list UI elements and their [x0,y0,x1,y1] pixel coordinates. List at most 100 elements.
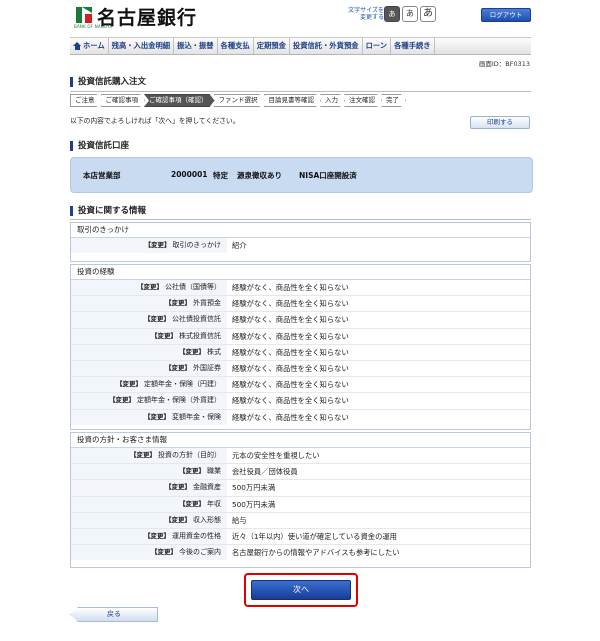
row-value: 紹介 [232,241,247,250]
logout-button[interactable]: ログアウト [481,8,531,22]
row-label: 株式 [207,347,221,356]
table-row: 【変更】 運用資金の性格 近々（1年以内）使い道が確定している資金の運用 [71,528,530,546]
nav-item-transfer[interactable]: 振込・振替 [174,38,218,54]
font-size-small-button[interactable]: あ [384,6,400,22]
next-button[interactable]: 次へ [251,580,351,600]
table-row: 【変更】 収入形態 給与 [71,512,530,529]
nav-item-time-deposit[interactable]: 定期預金 [254,38,290,54]
table-row: 【変更】 変額年金・保険 経験がなく、商品性を全く知らない [71,409,530,425]
panel-trigger: 取引のきっかけ 【変更】 取引のきっかけ 紹介 [70,222,531,262]
row-value: 近々（1年以内）使い道が確定している資金の運用 [232,531,397,541]
row-value: 名古屋銀行からの情報やアドバイスも参考にしたい [232,548,400,558]
page-title: 投資信託購入注文 [70,77,146,87]
table-row: 【変更】 職業 会社役員／団体役員 [71,464,530,481]
nav-item-balance[interactable]: 残高・入出金明細 [109,38,175,54]
change-tag[interactable]: 【変更】 [137,283,163,291]
account-branch: 本店営業部 [83,171,121,180]
account-nisa: NISA口座開設済 [299,171,357,180]
change-tag[interactable]: 【変更】 [109,396,135,404]
step-item-current: ご確認事項（確認） [144,94,215,107]
info-section-title: 投資に関する情報 [70,206,146,216]
change-tag[interactable]: 【変更】 [144,241,170,249]
change-tag[interactable]: 【変更】 [165,299,191,307]
home-icon [73,42,81,50]
row-label: 職業 [207,467,221,476]
row-label: 定額年金・保険（外貨建） [137,396,221,405]
table-row: 【変更】 金融資産 500万円未満 [71,480,530,497]
bank-logo-icon [75,6,93,24]
table-row: 【変更】 投資の方針（目的） 元本の安全性を重視したい [71,448,530,465]
row-label: 外貨預金 [193,299,221,308]
nav-item-loan[interactable]: ローン [363,38,392,54]
account-number: 2000001 [171,170,208,179]
step-item: ご注意 [70,94,102,107]
table-row: 【変更】 定額年金・保険（外貨建） 経験がなく、商品性を全く知らない [71,393,530,410]
step-indicator: ご注意 ご確認事項 ご確認事項（確認） ファンド選択 目論見書等確認 入力 注文… [70,94,405,105]
change-tag[interactable]: 【変更】 [151,332,177,340]
row-value: 経験がなく、商品性を全く知らない [232,315,349,325]
panel-heading: 投資の方針・お客さま情報 [71,433,530,448]
change-tag[interactable]: 【変更】 [179,467,205,475]
bank-name: 名古屋銀行 [97,7,198,29]
change-tag[interactable]: 【変更】 [165,516,191,524]
account-info-box: 本店営業部 2000001 特定 源泉徴収あり NISA口座開設済 [70,157,533,193]
change-tag[interactable]: 【変更】 [144,413,170,421]
row-value: 経験がなく、商品性を全く知らない [232,299,349,309]
font-size-label: 文字サイズを 変更する [348,7,384,21]
row-label: 投資の方針（目的） [158,451,221,459]
row-label: 今後のご案内 [179,548,221,557]
row-value: 元本の安全性を重視したい [232,451,320,460]
row-label: 取引のきっかけ [172,241,221,249]
panel-experience: 投資の経験 【変更】 公社債（国債等） 経験がなく、商品性を全く知らない 【変更】外… [70,264,531,430]
step-item: ファンド選択 [214,94,265,107]
change-tag[interactable]: 【変更】 [130,451,156,459]
instruction-text: 以下の内容でよろしければ「次へ」を押してください。 [70,117,240,125]
nav-item-investment[interactable]: 投資信託・外貨預金 [290,38,363,54]
print-button[interactable]: 印刷する [470,116,530,129]
account-section-title: 投資信託口座 [70,141,129,151]
nav-item-home[interactable]: ホーム [70,38,109,54]
panel-heading: 取引のきっかけ [71,223,530,238]
row-label: 金融資産 [193,483,221,492]
row-value: 会社役員／団体役員 [232,467,298,477]
change-tag[interactable]: 【変更】 [151,548,177,556]
change-tag[interactable]: 【変更】 [144,315,170,323]
row-value: 経験がなく、商品性を全く知らない [232,396,349,406]
next-button-highlight: 次へ [244,573,358,607]
change-tag[interactable]: 【変更】 [179,500,205,508]
table-row: 【変更】 外国証券 経験がなく、商品性を全く知らない [71,360,530,378]
row-label: 変額年金・保険 [172,412,221,421]
table-row: 【変更】 取引のきっかけ 紹介 [71,238,530,254]
back-button[interactable]: 戻る [70,607,158,622]
step-item: 完了 [381,94,406,107]
table-row: 【変更】 株式 経験がなく、商品性を全く知らない [71,344,530,361]
row-value: 500万円未満 [232,483,276,493]
table-row: 【変更】 今後のご案内 名古屋銀行からの情報やアドバイスも参考にしたい [71,545,530,561]
change-tag[interactable]: 【変更】 [116,380,142,388]
global-nav: ホーム 残高・入出金明細 振込・振替 各種支払 定期預金 投資信託・外貨預金 ロ… [70,37,531,55]
step-item: ご確認事項 [101,94,146,107]
nav-item-payments[interactable]: 各種支払 [218,38,254,54]
row-label: 年収 [207,499,221,508]
change-tag[interactable]: 【変更】 [165,483,191,491]
table-row: 【変更】 外貨預金 経験がなく、商品性を全く知らない [71,296,530,313]
header: BANK OF NAGOYA 名古屋銀行 文字サイズを 変更する あ あ あ ロ… [0,0,600,34]
row-value: 経験がなく、商品性を全く知らない [232,412,349,422]
step-item: 注文確認 [344,94,382,107]
table-row: 【変更】 株式投資信託 経験がなく、商品性を全く知らない [71,328,530,345]
font-size-medium-button[interactable]: あ [402,6,418,22]
table-row: 【変更】 公社債（国債等） 経験がなく、商品性を全く知らない [71,280,530,297]
change-tag[interactable]: 【変更】 [165,364,191,372]
nav-item-procedures[interactable]: 各種手続き [391,38,435,54]
font-size-large-button[interactable]: あ [420,6,436,22]
change-tag[interactable]: 【変更】 [144,532,170,540]
change-tag[interactable]: 【変更】 [179,348,205,356]
screen-id: 画面ID：BF0313 [478,60,530,68]
row-value: 経験がなく、商品性を全く知らない [232,363,349,373]
row-value: 経験がなく、商品性を全く知らない [232,380,349,390]
step-item: 入力 [320,94,345,107]
row-value: 経験がなく、商品性を全く知らない [232,283,349,292]
row-label: 運用資金の性格 [172,531,221,540]
row-value: 経験がなく、商品性を全く知らない [232,331,349,341]
row-label: 公社債（国債等） [165,283,221,291]
